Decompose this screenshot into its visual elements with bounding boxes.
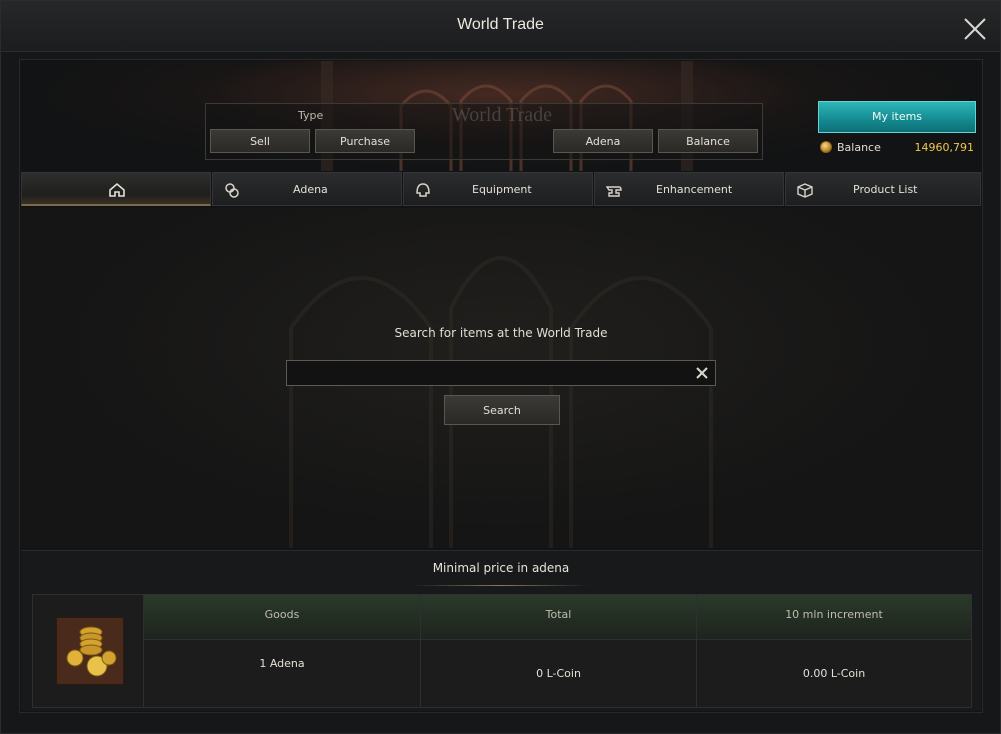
total-value: 0 L-Coin — [536, 667, 581, 680]
adena-icon — [225, 183, 239, 198]
goods-header: Goods — [144, 595, 420, 640]
search-heading: Search for items at the World Trade — [394, 326, 608, 340]
balance-value: 14960,791 — [914, 141, 975, 154]
increment-value: 0.00 L-Coin — [802, 667, 866, 680]
helmet-icon — [416, 183, 430, 197]
tab-product-list-label: Product List — [853, 183, 918, 196]
window-title: World Trade — [457, 16, 544, 33]
adena-coins-icon — [56, 617, 124, 685]
minimal-price-title: Minimal price in adena — [432, 561, 570, 575]
tab-enhancement-label: Enhancement — [656, 183, 733, 196]
type-panel: World Trade Type Sell Purchase Adena Bal… — [205, 103, 763, 160]
balance-label: Balance — [837, 141, 881, 154]
title-bar: World Trade — [1, 1, 1000, 52]
purchase-button[interactable]: Purchase — [315, 129, 415, 153]
clear-icon[interactable] — [693, 364, 711, 382]
l-coin-icon — [820, 141, 832, 153]
search-input[interactable] — [289, 363, 693, 385]
category-tabs: Adena Equipment Enhancement Product List — [21, 172, 981, 208]
trade-panel: World Trade Type Sell Purchase Adena Bal… — [19, 59, 983, 713]
tab-equipment[interactable]: Equipment — [403, 172, 593, 206]
tab-adena[interactable]: Adena — [212, 172, 402, 206]
sell-button[interactable]: Sell — [210, 129, 310, 153]
balance-filter-button[interactable]: Balance — [658, 129, 758, 153]
search-area: Search for items at the World Trade Sear… — [21, 208, 981, 548]
home-icon — [109, 182, 125, 197]
close-icon — [964, 18, 986, 40]
price-table: Goods 1 Adena Total 0 L-Coin 10 mln incr… — [32, 594, 972, 708]
minimal-price-section: Minimal price in adena Goods 1 Adena Tot… — [21, 550, 981, 711]
goods-value: 1 Adena — [259, 657, 305, 670]
tab-home[interactable] — [21, 172, 211, 206]
type-label: Type — [298, 109, 324, 122]
close-button[interactable] — [961, 15, 989, 43]
total-column: Total 0 L-Coin — [421, 595, 697, 707]
search-button[interactable]: Search — [444, 395, 560, 425]
balance-row: Balance 14960,791 — [818, 139, 976, 157]
adena-filter-button[interactable]: Adena — [553, 129, 653, 153]
tab-adena-label: Adena — [293, 183, 328, 196]
box-icon — [797, 183, 813, 198]
increment-header: 10 mln increment — [697, 595, 971, 640]
banner-watermark: World Trade — [452, 104, 553, 126]
increment-column: 10 mln increment 0.00 L-Coin — [697, 595, 971, 707]
tab-enhancement[interactable]: Enhancement — [594, 172, 784, 206]
title-divider — [411, 585, 591, 586]
search-box — [286, 360, 716, 386]
total-header: Total — [421, 595, 696, 640]
item-cell — [33, 595, 144, 707]
header-banner: World Trade Type Sell Purchase Adena Bal… — [21, 61, 981, 171]
tab-product-list[interactable]: Product List — [785, 172, 981, 206]
tab-equipment-label: Equipment — [472, 183, 532, 196]
anvil-icon — [605, 186, 622, 197]
my-items-button[interactable]: My items — [818, 101, 976, 133]
world-trade-window: World Trade World Trade Type Sell Purcha… — [0, 0, 1001, 734]
goods-column: Goods 1 Adena — [144, 595, 421, 707]
